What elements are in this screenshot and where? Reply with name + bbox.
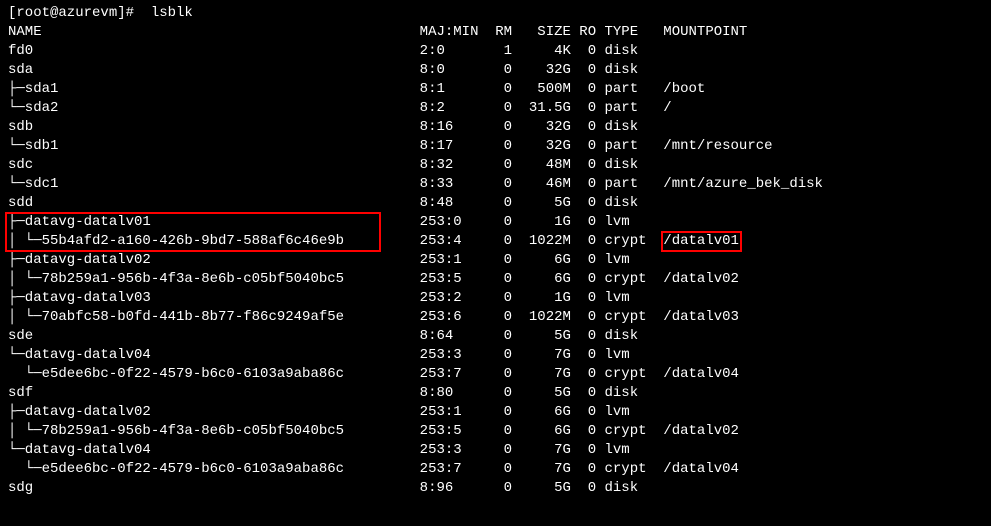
lsblk-row: └─datavg-datalv04 253:3 0 7G 0 lvm: [8, 441, 983, 460]
lsblk-row: └─e5dee6bc-0f22-4579-b6c0-6103a9aba86c 2…: [8, 365, 983, 384]
lsblk-row: ├─datavg-datalv02 253:1 0 6G 0 lvm: [8, 403, 983, 422]
lsblk-row: fd0 2:0 1 4K 0 disk: [8, 42, 983, 61]
terminal-prompt-line: [root@azurevm]# lsblk: [8, 4, 983, 23]
lsblk-row: │ └─78b259a1-956b-4f3a-8e6b-c05bf5040bc5…: [8, 422, 983, 441]
lsblk-row: sdb 8:16 0 32G 0 disk: [8, 118, 983, 137]
lsblk-row: │ └─55b4afd2-a160-426b-9bd7-588af6c46e9b…: [8, 232, 983, 251]
lsblk-row: sdd 8:48 0 5G 0 disk: [8, 194, 983, 213]
lsblk-row: └─sdc1 8:33 0 46M 0 part /mnt/azure_bek_…: [8, 175, 983, 194]
lsblk-row: └─e5dee6bc-0f22-4579-b6c0-6103a9aba86c 2…: [8, 460, 983, 479]
lsblk-row: sda 8:0 0 32G 0 disk: [8, 61, 983, 80]
lsblk-row: sdc 8:32 0 48M 0 disk: [8, 156, 983, 175]
lsblk-row: ├─sda1 8:1 0 500M 0 part /boot: [8, 80, 983, 99]
terminal-prompt[interactable]: [root@azurevm]# lsblk: [8, 5, 193, 21]
lsblk-row: sdf 8:80 0 5G 0 disk: [8, 384, 983, 403]
lsblk-row: ├─datavg-datalv03 253:2 0 1G 0 lvm: [8, 289, 983, 308]
lsblk-row: sdg 8:96 0 5G 0 disk: [8, 479, 983, 498]
lsblk-row: │ └─70abfc58-b0fd-441b-8b77-f86c9249af5e…: [8, 308, 983, 327]
lsblk-output: fd0 2:0 1 4K 0 disk sda 8:0 0 32G 0 disk…: [8, 42, 983, 498]
lsblk-row: │ └─78b259a1-956b-4f3a-8e6b-c05bf5040bc5…: [8, 270, 983, 289]
lsblk-header-row: NAME MAJ:MIN RM SIZE RO TYPE MOUNTPOINT: [8, 23, 983, 42]
lsblk-row: └─sda2 8:2 0 31.5G 0 part /: [8, 99, 983, 118]
lsblk-row: └─sdb1 8:17 0 32G 0 part /mnt/resource: [8, 137, 983, 156]
lsblk-row: ├─datavg-datalv02 253:1 0 6G 0 lvm: [8, 251, 983, 270]
lsblk-row: └─datavg-datalv04 253:3 0 7G 0 lvm: [8, 346, 983, 365]
lsblk-row: sde 8:64 0 5G 0 disk: [8, 327, 983, 346]
lsblk-row: ├─datavg-datalv01 253:0 0 1G 0 lvm: [8, 213, 983, 232]
